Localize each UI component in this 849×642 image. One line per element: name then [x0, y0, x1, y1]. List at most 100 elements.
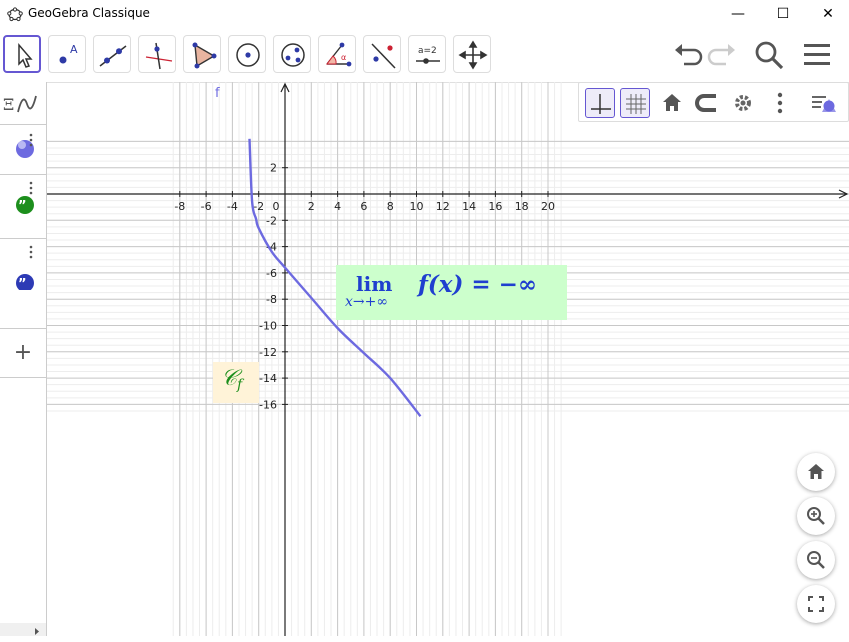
minimize-button[interactable]: —	[715, 0, 761, 28]
zoom-out-icon	[807, 551, 825, 569]
perspectives-button[interactable]	[809, 88, 839, 118]
slider-icon: a=2	[416, 46, 440, 64]
curve-label-main: 𝒞	[221, 366, 238, 391]
undo-icon	[675, 44, 703, 66]
menu-button[interactable]	[800, 38, 834, 72]
x-tick-label: 16	[488, 200, 502, 213]
home-icon	[808, 464, 824, 479]
maximize-button[interactable]: ☐	[760, 0, 806, 28]
y-tick-label: -8	[266, 293, 277, 306]
point-tool[interactable]: A	[48, 35, 86, 73]
x-tick-label: 6	[360, 200, 367, 213]
zoom-in-button[interactable]	[797, 497, 835, 535]
grid-icon	[626, 94, 646, 114]
y-tick-label: -6	[266, 267, 277, 280]
limit-lim-text: lim	[356, 272, 392, 296]
conic-tool[interactable]	[273, 35, 311, 73]
svg-text:”: ”	[18, 199, 27, 214]
x-tick-label: -6	[201, 200, 212, 213]
limit-formula: lim x→+∞ f(x) = −∞	[345, 271, 537, 310]
x-tick-label: 14	[462, 200, 476, 213]
move-tool[interactable]	[3, 35, 41, 73]
y-tick-label: 2	[270, 162, 277, 175]
polygon-icon	[192, 42, 217, 69]
search-button[interactable]	[752, 38, 786, 72]
limit-expression-text: f(x) = −∞	[416, 271, 537, 298]
undo-button[interactable]	[670, 38, 704, 72]
move-arrows-icon	[458, 40, 488, 70]
perpendicular-line-icon	[145, 42, 173, 70]
minimize-icon: —	[731, 6, 745, 22]
x-tick-label: 2	[308, 200, 315, 213]
settings-icon	[735, 95, 751, 111]
angle-icon: α	[326, 42, 352, 67]
axes-icon	[591, 94, 611, 114]
x-tick-label: 8	[387, 200, 394, 213]
curve-label: 𝒞f	[221, 366, 242, 393]
y-tick-label: -16	[259, 398, 277, 411]
redo-button[interactable]	[706, 38, 740, 72]
text-object-blue-icon: ”	[16, 245, 34, 292]
algebra-panel: Ξ ” ” +	[0, 82, 47, 636]
close-icon: ✕	[822, 6, 834, 22]
window-title: GeoGebra Classique	[28, 6, 150, 20]
reflect-icon	[371, 43, 396, 69]
x-tick-label: 10	[410, 200, 424, 213]
home-view-button[interactable]	[797, 453, 835, 491]
x-tick-label: 18	[515, 200, 529, 213]
home-icon	[663, 94, 681, 111]
algebra-item-text-green[interactable]: ”	[0, 180, 46, 216]
point-a-icon: A	[59, 43, 78, 64]
svg-text:A: A	[70, 43, 78, 56]
algebra-view-icon: Ξ	[3, 95, 37, 114]
point-object-icon	[16, 133, 34, 158]
toggle-grid-button[interactable]	[620, 88, 650, 118]
scroll-left-arrow[interactable]	[0, 623, 46, 636]
curve-label-box[interactable]: 𝒞f	[213, 362, 259, 403]
function-label: f	[215, 86, 220, 101]
more-vertical-icon	[777, 92, 783, 114]
text-object-green-icon: ”	[16, 181, 34, 214]
zoom-out-button[interactable]	[797, 541, 835, 579]
svg-text:α: α	[341, 53, 346, 62]
x-tick-label: -8	[174, 200, 185, 213]
fullscreen-button[interactable]	[797, 585, 835, 623]
algebra-view-toggle[interactable]: Ξ	[0, 88, 46, 120]
toggle-axes-button[interactable]	[585, 88, 615, 118]
zoom-in-icon	[807, 507, 825, 525]
standard-view-button[interactable]	[657, 88, 687, 118]
graphics-settings-button[interactable]	[728, 88, 758, 118]
circle-tool[interactable]	[228, 35, 266, 73]
circle-center-point-icon	[236, 43, 260, 67]
graphics-view[interactable]: -8 -6 -4 -2 0 2 4 6 8 10 12 14 16 18 20 2 -2 -4 -6 -8 -10 -12…	[47, 82, 849, 636]
y-tick-label: -12	[259, 346, 277, 359]
algebra-item-text-blue[interactable]: ”	[0, 244, 46, 292]
y-tick-label: -2	[266, 214, 277, 227]
graphics-style-bar	[578, 82, 849, 122]
point-capture-icon	[695, 94, 716, 112]
perpendicular-tool[interactable]	[138, 35, 176, 73]
function-plot[interactable]: -8 -6 -4 -2 0 2 4 6 8 10 12 14 16 18 202-2-4-6-8-10-12…	[47, 82, 849, 636]
point-capturing-button[interactable]	[692, 88, 722, 118]
redo-icon	[707, 44, 735, 66]
polygon-tool[interactable]	[183, 35, 221, 73]
search-icon	[755, 41, 784, 70]
fullscreen-icon	[808, 596, 824, 612]
algebra-item-point[interactable]	[0, 130, 46, 166]
geogebra-logo-icon	[7, 7, 23, 22]
x-tick-label: 20	[541, 200, 555, 213]
slider-tool[interactable]: a=2	[408, 35, 446, 73]
reflect-tool[interactable]	[363, 35, 401, 73]
svg-text:”: ”	[18, 277, 27, 290]
svg-text:a=2: a=2	[418, 46, 437, 56]
cursor-arrow-icon	[18, 42, 33, 68]
line-tool[interactable]	[93, 35, 131, 73]
move-graphics-tool[interactable]	[453, 35, 491, 73]
add-input-button[interactable]: +	[0, 340, 46, 370]
x-tick-label: -2	[253, 200, 264, 213]
limit-text-box[interactable]: lim x→+∞ f(x) = −∞	[336, 265, 567, 320]
style-bar-more-button[interactable]	[765, 88, 795, 118]
close-button[interactable]: ✕	[805, 0, 849, 28]
perspectives-icon	[812, 96, 836, 112]
angle-tool[interactable]: α	[318, 35, 356, 73]
